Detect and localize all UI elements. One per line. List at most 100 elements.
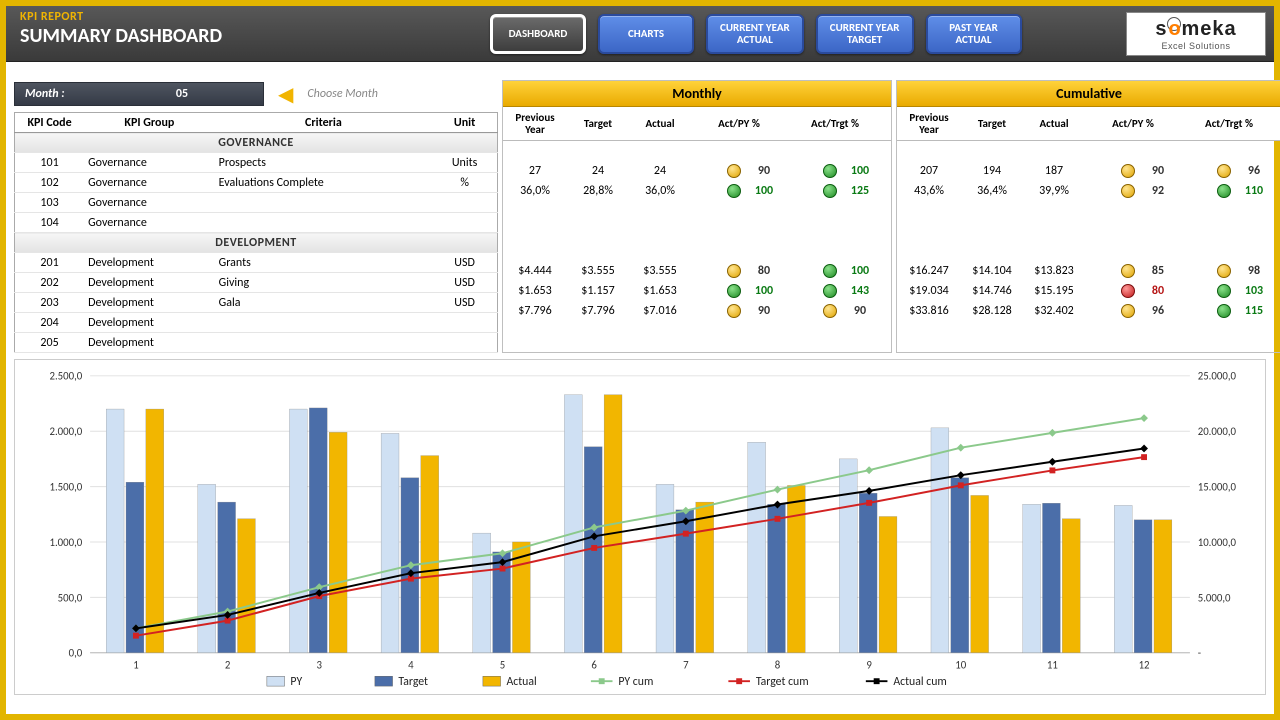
- trend-chart: 0,0500,01.000,01.500,02.000,02.500,0-5.0…: [14, 359, 1266, 695]
- svg-text:2.500,0: 2.500,0: [49, 370, 82, 383]
- nav-current-year-actual[interactable]: CURRENT YEARACTUAL: [706, 14, 804, 54]
- table-row[interactable]: 101GovernanceProspectsUnits: [15, 153, 498, 173]
- table-row[interactable]: 201DevelopmentGrantsUSD: [15, 253, 498, 273]
- cumulative-panel: CumulativePrevious YearTargetActualAct/P…: [896, 80, 1280, 353]
- month-hint: Choose Month: [307, 87, 378, 101]
- table-row[interactable]: 104Governance: [15, 213, 498, 233]
- svg-text:12: 12: [1139, 658, 1150, 671]
- svg-text:10: 10: [955, 658, 966, 671]
- svg-text:9: 9: [866, 658, 872, 671]
- svg-text:Target cum: Target cum: [756, 675, 809, 689]
- svg-text:PY: PY: [290, 675, 302, 689]
- month-label: Month :: [15, 87, 101, 101]
- status-icon: [1217, 184, 1231, 198]
- status-icon: [1121, 284, 1135, 298]
- svg-text:PY cum: PY cum: [618, 675, 653, 689]
- metric-row: 2071941879096: [897, 161, 1280, 181]
- svg-text:10.000,0: 10.000,0: [1198, 536, 1237, 549]
- svg-text:2.000,0: 2.000,0: [49, 425, 82, 438]
- status-icon: [1217, 264, 1231, 278]
- section-development: DEVELOPMENT: [15, 233, 498, 253]
- svg-text:Target: Target: [398, 675, 428, 689]
- svg-text:1: 1: [133, 658, 138, 671]
- metric-row: $33.816$28.128$32.40296115: [897, 301, 1280, 321]
- table-row[interactable]: 103Governance: [15, 193, 498, 213]
- nav-bar: DASHBOARD CHARTS CURRENT YEARACTUAL CURRENT…: [486, 6, 1026, 61]
- svg-text:1.500,0: 1.500,0: [49, 481, 82, 494]
- status-icon: [1121, 264, 1135, 278]
- table-row[interactable]: 205Development: [15, 333, 498, 353]
- status-icon: [1217, 164, 1231, 178]
- svg-text:11: 11: [1047, 658, 1058, 671]
- svg-text:5.000,0: 5.000,0: [1198, 591, 1231, 604]
- svg-text:Actual cum: Actual cum: [893, 675, 946, 689]
- panel-title: Cumulative: [897, 81, 1280, 107]
- status-icon: [727, 304, 741, 318]
- svg-text:6: 6: [591, 658, 597, 671]
- metric-row: $1.653$1.157$1.653100143: [503, 281, 891, 301]
- svg-text:0,0: 0,0: [69, 647, 83, 660]
- status-icon: [1121, 184, 1135, 198]
- kpi-definitions: Month : 05 ◀ Choose Month KPI Code KPI G…: [14, 80, 498, 353]
- nav-current-year-target[interactable]: CURRENT YEARTARGET: [816, 14, 914, 54]
- page-title: SUMMARY DASHBOARD: [20, 24, 472, 48]
- svg-text:8: 8: [775, 658, 781, 671]
- monthly-panel: MonthlyPrevious YearTargetActualAct/PY %…: [502, 80, 892, 353]
- nav-past-year-actual[interactable]: PAST YEARACTUAL: [926, 14, 1022, 54]
- svg-text:15.000,0: 15.000,0: [1198, 481, 1237, 494]
- chart-svg: 0,0500,01.000,01.500,02.000,02.500,0-5.0…: [15, 366, 1265, 692]
- month-selector[interactable]: Month : 05: [14, 82, 264, 106]
- table-row[interactable]: 102GovernanceEvaluations Complete%: [15, 173, 498, 193]
- status-icon: [1121, 164, 1135, 178]
- status-icon: [1121, 304, 1135, 318]
- kpi-table: KPI Code KPI Group Criteria Unit GOVERNA…: [14, 112, 498, 353]
- metric-row: 27242490100: [503, 161, 891, 181]
- app-header: KPI REPORT SUMMARY DASHBOARD DASHBOARD CH…: [6, 6, 1274, 62]
- header-kicker: KPI REPORT: [20, 10, 472, 24]
- logo-text: someka: [1155, 18, 1236, 40]
- metric-row: $19.034$14.746$15.19580103: [897, 281, 1280, 301]
- col-criteria: Criteria: [215, 113, 433, 133]
- col-unit: Unit: [432, 113, 497, 133]
- col-code: KPI Code: [15, 113, 85, 133]
- title-block: KPI REPORT SUMMARY DASHBOARD: [6, 6, 486, 61]
- svg-text:20.000,0: 20.000,0: [1198, 425, 1237, 438]
- status-icon: [1217, 304, 1231, 318]
- metric-row: 36,0%28,8%36,0%100125: [503, 181, 891, 201]
- logo-subtext: Excel Solutions: [1161, 41, 1230, 51]
- status-icon: [1217, 284, 1231, 298]
- table-row[interactable]: 203DevelopmentGalaUSD: [15, 293, 498, 313]
- panel-head: Previous YearTargetActualAct/PY %Act/Trg…: [897, 107, 1280, 141]
- metric-row: 43,6%36,4%39,9%92110: [897, 181, 1280, 201]
- section-governance: GOVERNANCE: [15, 133, 498, 153]
- svg-text:4: 4: [408, 658, 414, 671]
- table-row[interactable]: 202DevelopmentGivingUSD: [15, 273, 498, 293]
- svg-text:5: 5: [500, 658, 505, 671]
- svg-text:1.000,0: 1.000,0: [49, 536, 82, 549]
- status-icon: [727, 284, 741, 298]
- svg-text:Actual: Actual: [506, 675, 536, 689]
- month-value: 05: [101, 87, 263, 101]
- status-icon: [823, 184, 837, 198]
- metric-row: $16.247$14.104$13.8238598: [897, 261, 1280, 281]
- status-icon: [823, 264, 837, 278]
- brand-logo: someka Excel Solutions: [1126, 12, 1266, 56]
- panel-head: Previous YearTargetActualAct/PY %Act/Trg…: [503, 107, 891, 141]
- workspace: Month : 05 ◀ Choose Month KPI Code KPI G…: [6, 62, 1274, 697]
- panel-title: Monthly: [503, 81, 891, 107]
- arrow-left-icon: ◀: [278, 82, 293, 107]
- metric-row: $7.796$7.796$7.0169090: [503, 301, 891, 321]
- status-icon: [823, 304, 837, 318]
- svg-text:7: 7: [683, 658, 689, 671]
- status-icon: [823, 164, 837, 178]
- svg-text:25.000,0: 25.000,0: [1198, 370, 1237, 383]
- svg-text:3: 3: [316, 658, 322, 671]
- status-icon: [727, 264, 741, 278]
- status-icon: [727, 184, 741, 198]
- status-icon: [727, 164, 741, 178]
- nav-charts[interactable]: CHARTS: [598, 14, 694, 54]
- table-row[interactable]: 204Development: [15, 313, 498, 333]
- svg-text:2: 2: [225, 658, 231, 671]
- col-group: KPI Group: [84, 113, 215, 133]
- nav-dashboard[interactable]: DASHBOARD: [490, 14, 586, 54]
